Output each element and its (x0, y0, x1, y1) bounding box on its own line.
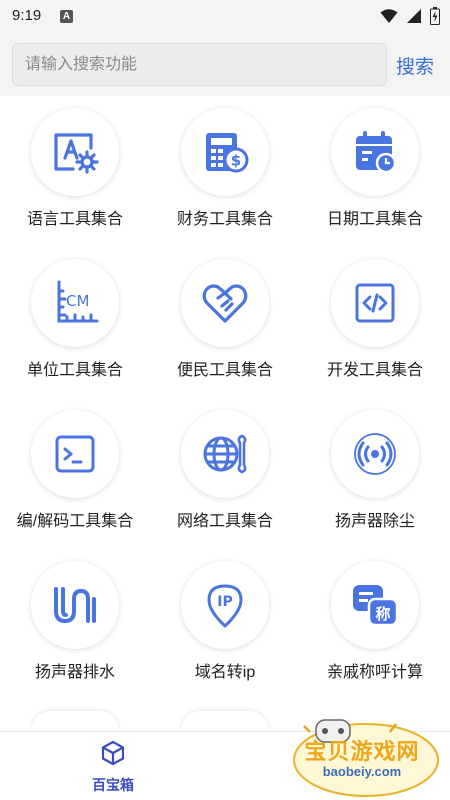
calendar-icon (356, 131, 397, 174)
tool-finance[interactable]: $ 财务工具集合 (150, 96, 300, 246)
terminal-icon (55, 435, 95, 473)
status-time: 9:19 (12, 7, 42, 24)
code-icon (355, 283, 395, 323)
search-button[interactable]: 搜索 (396, 52, 434, 79)
tool-domain-ip[interactable]: IP 域名转ip (150, 549, 300, 699)
finance-icon: $ (206, 133, 249, 173)
tool-convenience[interactable]: 便民工具集合 (150, 247, 300, 397)
tool-language[interactable]: 语言工具集合 (0, 96, 150, 246)
search-bar: 搜索 (0, 34, 450, 96)
tool-speaker-drain[interactable]: 扬声器排水 (0, 549, 150, 699)
pipe-icon (54, 587, 96, 623)
watermark-url: baobeiy.com (322, 764, 402, 779)
search-input[interactable] (12, 43, 387, 86)
tool-relative-title[interactable]: 称 亲戚称呼计算 (300, 549, 450, 699)
notification-a-icon: A (60, 10, 73, 23)
tool-unit[interactable]: CM 单位工具集合 (0, 247, 150, 397)
status-bar: 9:19 A (0, 0, 450, 34)
next-row-circle (31, 711, 119, 731)
tab-label: 百宝箱 (92, 777, 134, 793)
cube-icon (101, 740, 125, 766)
speaker-wave-icon (354, 433, 396, 475)
tool-codec[interactable]: 编/解码工具集合 (0, 398, 150, 548)
tool-dev[interactable]: 开发工具集合 (300, 247, 450, 397)
svg-text:$: $ (231, 152, 241, 170)
battery-icon (430, 7, 440, 25)
tool-label: 财务工具集合 (176, 211, 273, 228)
ip-pin-icon: IP (207, 584, 243, 628)
tool-calendar[interactable]: 日期工具集合 (300, 96, 450, 246)
tool-speaker-dust[interactable]: 扬声器除尘 (300, 398, 450, 548)
tool-label: 扬声器除尘 (334, 513, 415, 530)
tool-label: 便民工具集合 (176, 362, 273, 379)
tool-label: 域名转ip (194, 664, 256, 681)
tool-label: 亲戚称呼计算 (326, 664, 423, 681)
next-row-circle (181, 711, 269, 731)
tool-label: 编/解码工具集合 (16, 513, 134, 530)
tool-network[interactable]: 网络工具集合 (150, 398, 300, 548)
language-icon (54, 133, 99, 174)
tab-treasure-box[interactable]: 百宝箱 (63, 740, 163, 796)
handshake-heart-icon (202, 284, 248, 323)
watermark-title: 宝贝游戏网 (304, 739, 420, 764)
tool-label: 语言工具集合 (26, 211, 123, 228)
svg-text:IP: IP (217, 594, 232, 610)
svg-text:称: 称 (375, 605, 390, 623)
tool-label: 网络工具集合 (176, 513, 273, 530)
svg-text:CM: CM (66, 292, 89, 310)
tool-label: 日期工具集合 (326, 211, 423, 228)
chat-title-icon: 称 (353, 585, 399, 627)
tool-label: 单位工具集合 (26, 362, 123, 379)
tool-label: 扬声器排水 (34, 664, 115, 681)
wifi-icon (380, 9, 398, 23)
watermark: 宝贝游戏网 baobeiy.com (274, 712, 450, 800)
tool-label: 开发工具集合 (326, 362, 423, 379)
signal-icon (407, 9, 421, 23)
globe-wrench-icon (203, 434, 247, 474)
unit-ruler-icon: CM (57, 280, 99, 323)
